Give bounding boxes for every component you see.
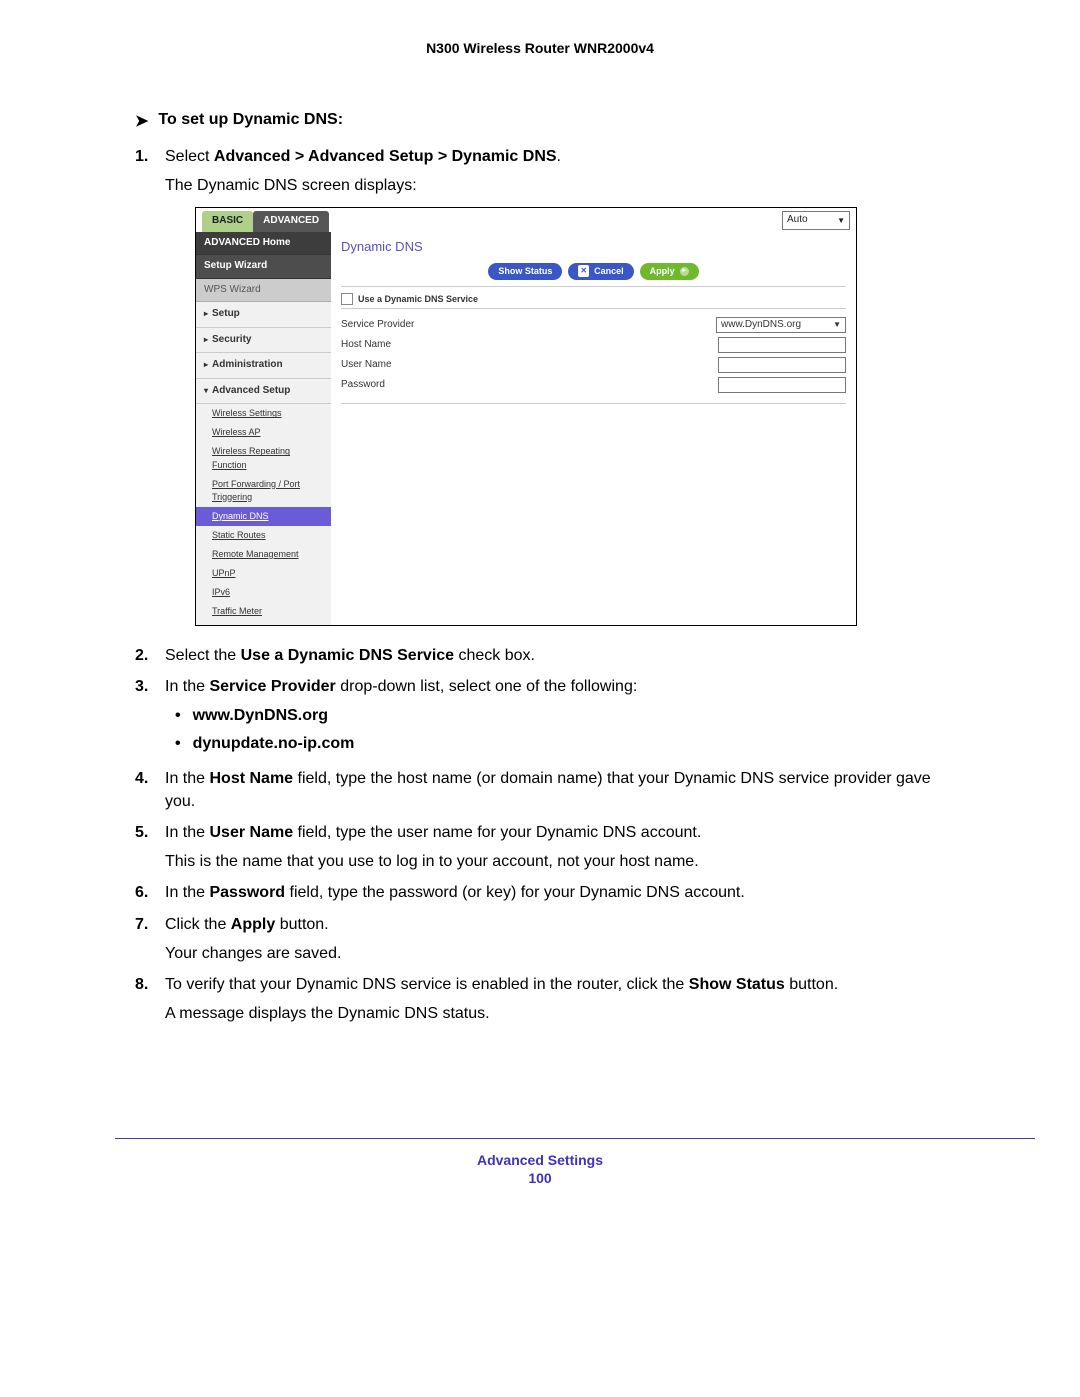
service-provider-value: www.DynDNS.org [721,318,801,333]
triangle-right-icon: ▸ [204,360,208,369]
sidebar-advanced-setup[interactable]: ▾Advanced Setup [196,379,331,405]
sidebar-sub-upnp[interactable]: UPnP [196,564,331,583]
use-ddns-checkbox[interactable] [341,293,353,305]
step-2: 2. Select the Use a Dynamic DNS Service … [135,644,945,667]
step-num: 8. [135,973,155,1025]
footer-section: Advanced Settings [477,1152,603,1168]
sidebar-setup-wizard[interactable]: Setup Wizard [196,255,331,279]
task-heading: ➤ To set up Dynamic DNS: [135,111,945,131]
sidebar-sub-remote-management[interactable]: Remote Management [196,545,331,564]
step-6: 6. In the Password field, type the passw… [135,881,945,904]
step-num: 6. [135,881,155,904]
close-icon: ✕ [578,265,589,277]
triangle-down-icon: ▾ [204,386,208,395]
sidebar-sub-wireless-ap[interactable]: Wireless AP [196,423,331,442]
sidebar-security[interactable]: ▸Security [196,328,331,354]
sidebar: ADVANCED Home Setup Wizard WPS Wizard ▸S… [196,232,331,625]
sidebar-sub-wireless-repeating[interactable]: Wireless Repeating Function [196,442,331,474]
bullet-dyndns: • www.DynDNS.org [175,704,945,727]
label-password: Password [341,378,385,393]
step-4: 4. In the Host Name field, type the host… [135,767,945,813]
service-provider-select[interactable]: www.DynDNS.org ▼ [716,317,846,334]
tab-advanced[interactable]: ADVANCED [253,211,329,232]
arrow-right-icon: ▸ [680,267,689,276]
auto-select[interactable]: Auto ▼ [782,211,850,230]
step-5: 5. In the User Name field, type the user… [135,821,945,873]
step-text: To verify that your Dynamic DNS service … [165,976,838,993]
step-followup: Your changes are saved. [165,942,945,965]
step-7: 7. Click the Apply button. Your changes … [135,913,945,965]
sidebar-sub-static-routes[interactable]: Static Routes [196,526,331,545]
step-num: 3. [135,675,155,759]
step-text: Select the Use a Dynamic DNS Service che… [165,644,945,667]
step-followup: The Dynamic DNS screen displays: [165,174,945,197]
step-followup: A message displays the Dynamic DNS statu… [165,1002,945,1025]
document-title: N300 Wireless Router WNR2000v4 [135,40,945,56]
sidebar-sub-port-forwarding[interactable]: Port Forwarding / Port Triggering [196,475,331,507]
sidebar-wps-wizard[interactable]: WPS Wizard [196,279,331,303]
step-num: 4. [135,767,155,813]
caret-down-icon: ▼ [833,319,841,331]
step-num: 1. [135,145,155,636]
cancel-button[interactable]: ✕Cancel [568,263,633,280]
step-text: In the Host Name field, type the host na… [165,767,945,813]
bullet-noip: • dynupdate.no-ip.com [175,732,945,755]
chevron-right-icon: ➤ [135,111,148,131]
use-ddns-label: Use a Dynamic DNS Service [358,293,478,306]
step-1: 1. Select Advanced > Advanced Setup > Dy… [135,145,945,636]
apply-button[interactable]: Apply▸ [640,263,699,280]
router-screenshot: BASIC ADVANCED Auto ▼ ADVANCED Home Setu… [195,207,857,626]
step-text: In the User Name field, type the user na… [165,824,701,841]
step-text: Select Advanced > Advanced Setup > Dynam… [165,148,561,165]
bullet-icon: • [175,732,181,755]
host-name-input[interactable] [718,337,846,353]
sidebar-administration[interactable]: ▸Administration [196,353,331,379]
step-text: In the Service Provider drop-down list, … [165,678,637,695]
sidebar-setup[interactable]: ▸Setup [196,302,331,328]
step-followup: This is the name that you use to log in … [165,850,945,873]
sidebar-advanced-home[interactable]: ADVANCED Home [196,232,331,256]
triangle-right-icon: ▸ [204,309,208,318]
step-3: 3. In the Service Provider drop-down lis… [135,675,945,759]
step-text: Click the Apply button. [165,916,329,933]
show-status-button[interactable]: Show Status [488,263,562,280]
step-8: 8. To verify that your Dynamic DNS servi… [135,973,945,1025]
triangle-right-icon: ▸ [204,335,208,344]
sidebar-sub-traffic-meter[interactable]: Traffic Meter [196,602,331,621]
sidebar-sub-wireless-settings[interactable]: Wireless Settings [196,404,331,423]
step-num: 5. [135,821,155,873]
user-name-input[interactable] [718,357,846,373]
label-host-name: Host Name [341,338,391,353]
label-service-provider: Service Provider [341,318,414,333]
password-input[interactable] [718,377,846,393]
label-user-name: User Name [341,358,392,373]
step-num: 7. [135,913,155,965]
caret-down-icon: ▼ [837,215,845,227]
auto-select-label: Auto [787,213,808,228]
step-text: In the Password field, type the password… [165,881,945,904]
tab-basic[interactable]: BASIC [202,211,253,232]
footer-separator [115,1138,1035,1139]
bullet-icon: • [175,704,181,727]
task-heading-text: To set up Dynamic DNS: [158,111,343,131]
sidebar-sub-ipv6[interactable]: IPv6 [196,583,331,602]
panel-title: Dynamic DNS [341,238,848,257]
page-number: 100 [0,1170,1080,1186]
sidebar-sub-dynamic-dns[interactable]: Dynamic DNS [196,507,331,526]
step-num: 2. [135,644,155,667]
